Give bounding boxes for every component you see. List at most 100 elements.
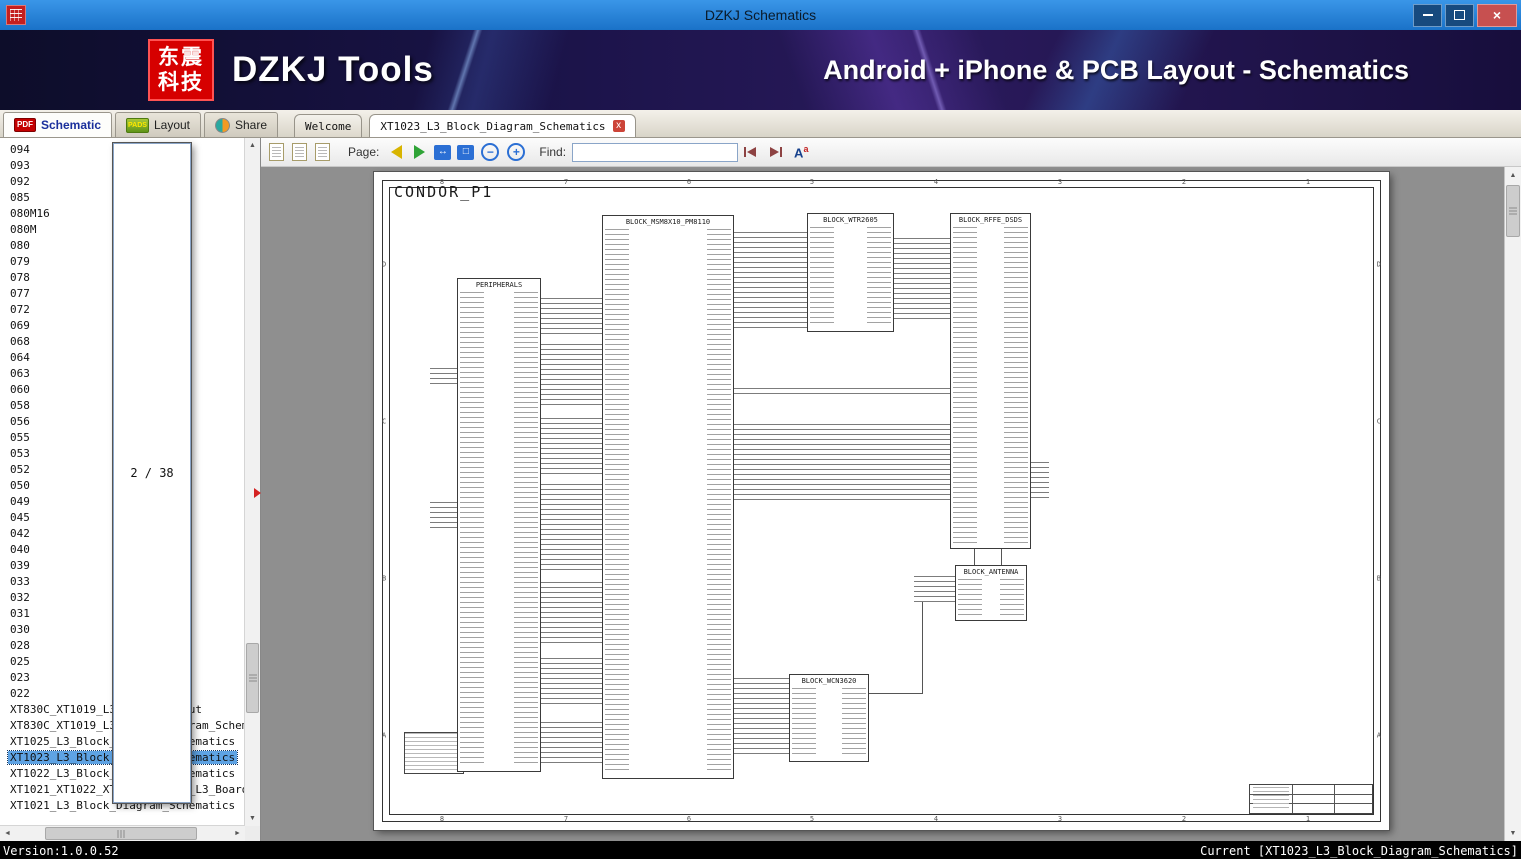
sidebar-item[interactable]: 055 (8, 431, 32, 444)
page-label: Page: (348, 145, 380, 159)
previous-page-icon[interactable] (391, 145, 403, 159)
sidebar-item[interactable]: 022 (8, 687, 32, 700)
find-previous-icon[interactable] (742, 145, 759, 159)
sidebar-item[interactable]: 077 (8, 287, 32, 300)
banner-title: DZKJ Tools (232, 50, 434, 89)
title-block (1249, 784, 1373, 814)
sidebar-item[interactable]: 052 (8, 463, 32, 476)
scroll-right-icon[interactable]: ► (230, 826, 245, 841)
grid-ref-row: D (1376, 260, 1381, 269)
close-button[interactable]: × (1477, 3, 1517, 27)
sidebar-item[interactable]: 033 (8, 575, 32, 588)
fit-page-icon[interactable]: □ (457, 144, 475, 160)
splitter-collapse-icon[interactable] (254, 488, 261, 498)
sidebar-item[interactable]: 025 (8, 655, 32, 668)
grid-ref-col: 4 (933, 178, 939, 186)
grid-ref-col: 7 (563, 815, 569, 823)
scroll-left-icon[interactable]: ◄ (0, 826, 15, 841)
canvas-vertical-scrollbar[interactable]: ▲ ▼ (1504, 167, 1521, 841)
sidebar-vertical-scrollbar[interactable]: ▲ ▼ (244, 138, 260, 826)
sidebar-item[interactable]: 060 (8, 383, 32, 396)
scroll-up-icon[interactable]: ▲ (1505, 167, 1521, 183)
doc-tab-welcome[interactable]: Welcome (294, 114, 363, 137)
sidebar-item[interactable]: 079 (8, 255, 32, 268)
sidebar-item[interactable]: 068 (8, 335, 32, 348)
pads-icon: PADS (126, 117, 149, 133)
sidebar-item[interactable]: 023 (8, 671, 32, 684)
grid-ref-col: 5 (809, 178, 815, 186)
sidebar-item[interactable]: 030 (8, 623, 32, 636)
grid-ref-col: 6 (686, 178, 692, 186)
fit-width-icon[interactable]: ↔ (434, 144, 452, 160)
find-next-icon[interactable] (767, 145, 784, 159)
find-input[interactable] (572, 142, 739, 162)
sidebar-item[interactable]: 039 (8, 559, 32, 572)
wire-bundle (732, 678, 789, 754)
font-size-icon[interactable]: Aa (794, 144, 808, 160)
sidebar-item[interactable]: 080M16 (8, 207, 52, 220)
sidebar-item[interactable]: 040 (8, 543, 32, 556)
scroll-up-icon[interactable]: ▲ (245, 138, 260, 153)
schematic-canvas[interactable]: CONDOR_P1 PERIPHERALS BLOCK_MSM8X10_PM81… (261, 167, 1521, 841)
window-title: DZKJ Schematics (704, 7, 817, 23)
sidebar-item[interactable]: 078 (8, 271, 32, 284)
block-block_msm8x10_pm8110: BLOCK_MSM8X10_PM8110 (602, 215, 734, 779)
tab-schematic[interactable]: PDF Schematic (3, 112, 113, 137)
wire-bundle (539, 582, 602, 644)
zoom-out-icon[interactable]: − (481, 143, 500, 161)
tab-layout[interactable]: PADS Layout (115, 112, 201, 137)
scrollbar-corner (245, 826, 260, 841)
zoom-in-icon[interactable]: + (507, 143, 526, 161)
sidebar-item[interactable]: 028 (8, 639, 32, 652)
grid-ref-row: B (382, 574, 387, 583)
grid-ref-col: 5 (809, 815, 815, 823)
scroll-down-icon[interactable]: ▼ (1505, 825, 1521, 841)
sidebar-item[interactable]: 032 (8, 591, 32, 604)
sidebar-item[interactable]: 085 (8, 191, 32, 204)
sidebar-item[interactable]: 094 (8, 143, 32, 156)
sidebar-item[interactable]: 050 (8, 479, 32, 492)
sidebar-item[interactable]: 092 (8, 175, 32, 188)
sidebar-item[interactable]: 056 (8, 415, 32, 428)
sidebar-horizontal-scrollbar[interactable]: ◄ ► (0, 825, 245, 841)
scroll-down-icon[interactable]: ▼ (245, 811, 260, 826)
scrollbar-thumb[interactable] (246, 643, 259, 713)
sidebar-item[interactable]: 072 (8, 303, 32, 316)
sidebar-item[interactable]: 042 (8, 527, 32, 540)
copy-all-pages-icon[interactable] (289, 141, 307, 161)
page-input[interactable] (113, 143, 191, 803)
grid-ref-col: 4 (933, 815, 939, 823)
doc-tab-current[interactable]: XT1023_L3_Block_Diagram_Schematics x (369, 114, 636, 137)
sidebar-item[interactable]: 053 (8, 447, 32, 460)
wire-bundle (539, 722, 602, 764)
minimize-button[interactable] (1413, 3, 1442, 27)
sidebar-item[interactable]: 031 (8, 607, 32, 620)
copy-page-icon[interactable] (269, 143, 284, 161)
block-label: BLOCK_MSM8X10_PM8110 (604, 218, 732, 226)
sidebar-item[interactable]: 058 (8, 399, 32, 412)
scrollbar-thumb[interactable] (1506, 185, 1520, 237)
sidebar-item[interactable]: 045 (8, 511, 32, 524)
sidebar-item[interactable]: 093 (8, 159, 32, 172)
maximize-button[interactable] (1445, 3, 1474, 27)
grid-ref-col: 1 (1305, 815, 1311, 823)
logo-text-bottom: 科技 (158, 71, 204, 94)
wire-bundle (539, 298, 602, 338)
next-page-icon[interactable] (414, 145, 426, 159)
sidebar-item[interactable]: 064 (8, 351, 32, 364)
tab-share[interactable]: Share (204, 112, 279, 137)
sidebar-item[interactable]: 069 (8, 319, 32, 332)
sidebar-item[interactable]: 063 (8, 367, 32, 380)
sidebar-item[interactable]: 049 (8, 495, 32, 508)
grid-ref-row: C (1376, 417, 1381, 426)
schematic-page[interactable]: CONDOR_P1 PERIPHERALS BLOCK_MSM8X10_PM81… (374, 172, 1389, 830)
grid-ref-col: 8 (439, 815, 445, 823)
scrollbar-thumb[interactable] (45, 827, 197, 840)
sidebar-item[interactable]: 080 (8, 239, 32, 252)
snapshot-icon[interactable] (312, 141, 330, 161)
wire (922, 602, 923, 694)
sidebar-item[interactable]: 080M (8, 223, 39, 236)
connector-symbol (404, 732, 464, 774)
close-tab-icon[interactable]: x (612, 120, 625, 132)
grid-ref-col: 6 (686, 815, 692, 823)
